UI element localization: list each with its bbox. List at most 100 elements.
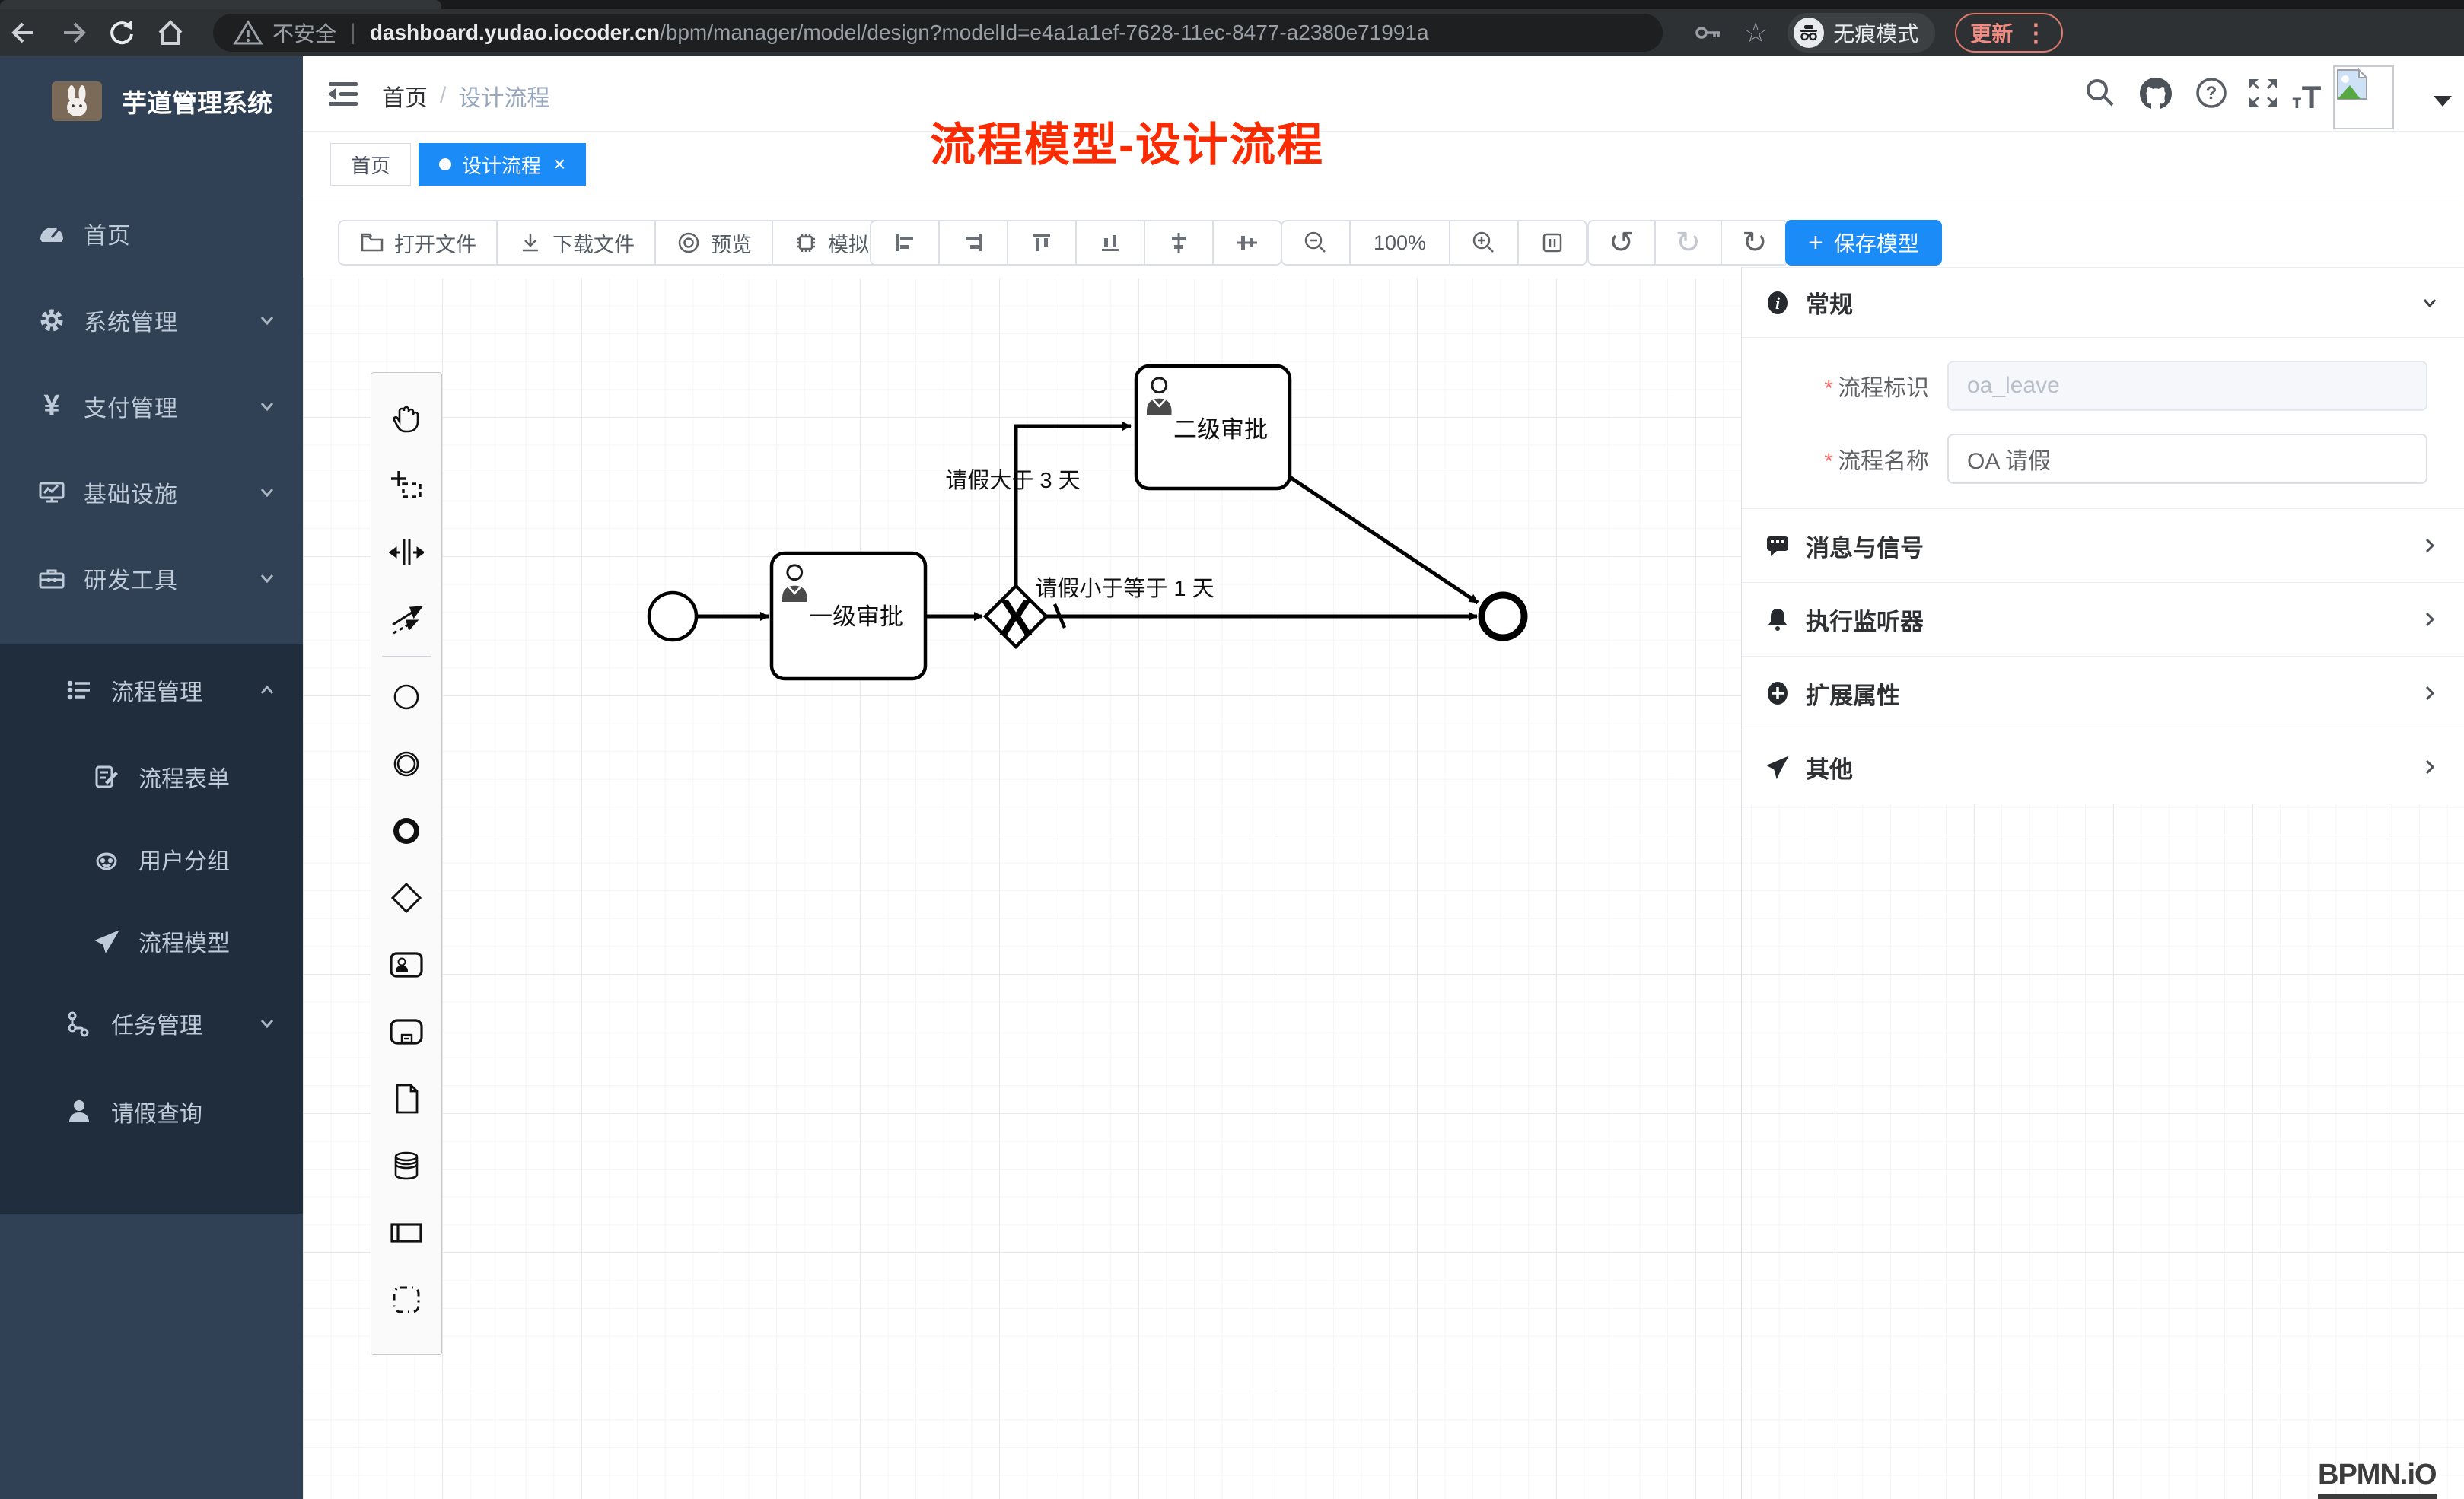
- address-bar[interactable]: 不安全 | dashboard.yudao.iocoder.cn/bpm/man…: [213, 14, 1663, 52]
- password-key-icon[interactable]: [1693, 18, 1724, 48]
- back-button[interactable]: [0, 12, 49, 53]
- file-button-group: 打开文件 下载文件 预览 模拟: [338, 220, 890, 266]
- end-event[interactable]: [1482, 595, 1524, 638]
- process-name-input[interactable]: [1947, 434, 2427, 484]
- reload-button[interactable]: [97, 12, 146, 53]
- sidebar-item-label: 请假查询: [111, 1095, 202, 1128]
- zoom-reset-button[interactable]: [1517, 221, 1586, 264]
- breadcrumb-home[interactable]: 首页: [382, 79, 428, 113]
- monitor-icon: [37, 478, 67, 507]
- chevron-right-icon: [2418, 682, 2441, 705]
- process-key-input[interactable]: [1947, 361, 2427, 411]
- chevron-up-icon: [256, 679, 279, 702]
- section-general[interactable]: i 常规: [1742, 268, 2464, 338]
- align-button-group: [870, 220, 1282, 266]
- page-header: 首页 / 设计流程 ? тT: [303, 56, 2464, 132]
- sidebar-item-process-model[interactable]: 流程模型: [0, 902, 303, 981]
- chevron-down-icon: [256, 309, 279, 332]
- section-message-signal[interactable]: 消息与信号: [1742, 509, 2464, 583]
- sidebar-item-label: 首页: [84, 217, 131, 250]
- app-logo: [52, 81, 102, 121]
- sidebar-item-task-mgmt[interactable]: 任务管理: [0, 984, 303, 1063]
- home-button[interactable]: [146, 12, 195, 53]
- face-icon: [91, 845, 122, 873]
- workflow-submenu: 流程管理 流程表单 用户分组 流程模型 任务管理 请假: [0, 644, 303, 1214]
- align-top-button[interactable]: [1007, 221, 1075, 264]
- incognito-badge: 无痕模式: [1788, 13, 1935, 53]
- sidebar-item-label: 流程管理: [111, 673, 202, 707]
- sidebar-item-label: 流程表单: [138, 760, 230, 794]
- flow-gateway-to-task2[interactable]: [1016, 426, 1131, 586]
- sidebar-item-label: 系统管理: [84, 304, 178, 337]
- browser-active-tab[interactable]: [0, 0, 441, 9]
- flow-task2-to-end[interactable]: [1290, 477, 1478, 603]
- sidebar-item-process-form[interactable]: 流程表单: [0, 737, 303, 816]
- sidebar-item-payment[interactable]: ¥ 支付管理: [0, 363, 303, 449]
- fullscreen-icon[interactable]: [2245, 75, 2281, 111]
- redo-button[interactable]: ↻: [1654, 221, 1721, 264]
- sidebar-item-label: 用户分组: [138, 842, 230, 876]
- tab-design-process[interactable]: 设计流程 ×: [419, 143, 586, 186]
- preview-button[interactable]: 预览: [654, 221, 772, 264]
- sidebar-item-process-mgmt[interactable]: 流程管理: [0, 651, 303, 730]
- broken-image-icon: [2335, 67, 2370, 102]
- align-center-vertical-button[interactable]: [1212, 221, 1281, 264]
- save-model-button[interactable]: + 保存模型: [1785, 220, 1942, 266]
- active-dot: [439, 158, 451, 170]
- sidebar-item-label: 基础设施: [84, 476, 178, 509]
- section-execution-listener[interactable]: 执行监听器: [1742, 583, 2464, 657]
- incognito-icon: [1794, 18, 1824, 48]
- bell-icon: [1765, 606, 1791, 632]
- chevron-down-icon: [256, 481, 279, 504]
- tab-home[interactable]: 首页: [330, 143, 411, 186]
- avatar[interactable]: [2333, 65, 2394, 129]
- flow-label-le1[interactable]: 请假小于等于 1 天: [1035, 576, 1214, 601]
- chevron-down-icon: [2418, 291, 2441, 314]
- bookmark-star-icon[interactable]: ☆: [1743, 17, 1768, 49]
- align-right-button[interactable]: [938, 221, 1007, 264]
- forward-button[interactable]: [49, 12, 97, 53]
- app-logo-row[interactable]: 芋道管理系统: [0, 67, 303, 135]
- tab-close-icon[interactable]: ×: [553, 154, 565, 175]
- align-center-horizontal-button[interactable]: [1144, 221, 1212, 264]
- paper-plane-icon: [91, 928, 122, 955]
- info-icon: i: [1765, 290, 1791, 316]
- breadcrumb: 首页 / 设计流程: [382, 79, 549, 113]
- restart-button[interactable]: ↻: [1721, 221, 1788, 264]
- github-icon[interactable]: [2137, 75, 2175, 113]
- search-icon[interactable]: [2082, 75, 2119, 111]
- sidebar-item-system[interactable]: 系统管理: [0, 277, 303, 363]
- section-extended-properties[interactable]: 扩展属性: [1742, 657, 2464, 730]
- open-file-button[interactable]: 打开文件: [339, 221, 496, 264]
- zoom-out-button[interactable]: [1282, 221, 1349, 264]
- sidebar-item-home[interactable]: 首页: [0, 190, 303, 276]
- insecure-warning-icon: [233, 18, 263, 48]
- toolbox-icon: [37, 564, 67, 593]
- help-icon[interactable]: ?: [2193, 75, 2230, 111]
- undo-button[interactable]: ↺: [1589, 221, 1654, 264]
- font-size-icon[interactable]: тT: [2292, 79, 2321, 116]
- flow-label-gt3[interactable]: 请假大于 3 天: [945, 468, 1080, 493]
- sidebar-fold-icon[interactable]: [326, 78, 362, 111]
- required-mark: *: [1824, 449, 1833, 474]
- section-other[interactable]: 其他: [1742, 730, 2464, 804]
- align-bottom-button[interactable]: [1075, 221, 1144, 264]
- download-file-button[interactable]: 下载文件: [496, 221, 654, 264]
- chevron-down-icon: [256, 1012, 279, 1035]
- plus-icon: +: [1808, 228, 1823, 258]
- sidebar-item-leave-query[interactable]: 请假查询: [0, 1072, 303, 1151]
- list-icon: [64, 676, 94, 704]
- browser-menu-icon[interactable]: ⋮: [2023, 18, 2048, 47]
- chrome-update-button[interactable]: 更新 ⋮: [1955, 13, 2063, 53]
- sidebar-item-user-group[interactable]: 用户分组: [0, 820, 303, 899]
- properties-panel-card: i 常规 *流程标识 *流程名称 消息与信号: [1742, 267, 2464, 804]
- sidebar-item-infra[interactable]: 基础设施: [0, 449, 303, 535]
- update-label: 更新: [1970, 18, 2013, 48]
- zoom-in-button[interactable]: [1449, 221, 1517, 264]
- sidebar-item-devtools[interactable]: 研发工具: [0, 535, 303, 621]
- align-left-button[interactable]: [871, 221, 938, 264]
- browser-tab-strip: [0, 0, 2464, 9]
- url-path: /bpm/manager/model/design?modelId=e4a1a1…: [660, 21, 1429, 45]
- start-event[interactable]: [649, 593, 696, 640]
- avatar-caret-icon[interactable]: [2434, 96, 2452, 107]
